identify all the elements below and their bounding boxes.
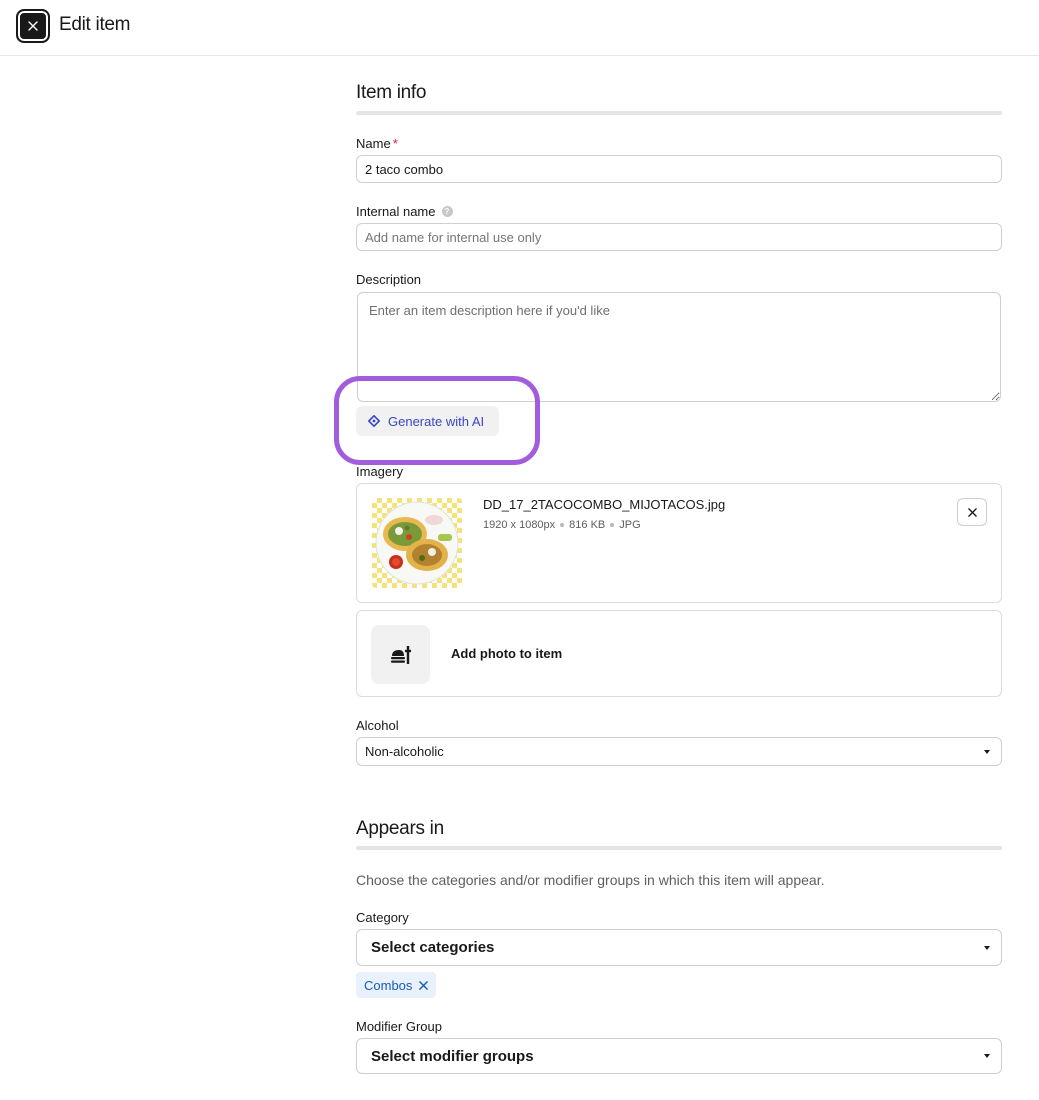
generate-with-ai-label: Generate with AI (388, 413, 485, 429)
appears-in-heading: Appears in (356, 818, 444, 839)
name-label-text: Name (356, 136, 391, 151)
close-icon (28, 21, 38, 31)
alcohol-label: Alcohol (356, 718, 399, 733)
appears-in-divider (356, 846, 1002, 850)
separator-dot (610, 523, 615, 527)
internal-name-label-text: Internal name (356, 204, 436, 219)
help-icon[interactable]: ? (441, 206, 453, 217)
food-add-icon (390, 645, 411, 664)
category-label: Category (356, 910, 409, 925)
appears-in-helper: Choose the categories and/or modifier gr… (356, 872, 825, 888)
description-label: Description (356, 272, 422, 287)
name-label: Name * (356, 136, 398, 151)
name-input[interactable] (356, 155, 1002, 183)
food-thumbnail[interactable] (372, 498, 462, 588)
close-icon (967, 507, 977, 517)
modifier-group-label: Modifier Group (356, 1019, 442, 1034)
file-dimensions: 1920 x 1080px (483, 519, 556, 531)
category-chip: Combos (356, 972, 437, 998)
file-format: JPG (619, 519, 641, 531)
separator-dot (560, 523, 565, 527)
ai-sparkle-icon (368, 415, 380, 427)
imagery-label: Imagery (356, 464, 403, 479)
category-select-placeholder: Select categories (371, 939, 495, 956)
top-bar: Edit item (0, 0, 1039, 56)
chevron-down-icon (984, 945, 990, 950)
alcohol-select[interactable]: Non-alcoholic (356, 737, 1002, 766)
file-size: 816 KB (569, 519, 606, 531)
generate-with-ai-button[interactable]: Generate with AI (356, 406, 499, 436)
item-info-heading: Item info (356, 82, 427, 103)
file-name: DD_17_2TACOCOMBO_MIJOTACOS.jpg (483, 497, 726, 512)
add-photo-card[interactable]: Add photo to item (356, 610, 1002, 697)
modifier-group-select-placeholder: Select modifier groups (371, 1047, 534, 1065)
category-select[interactable]: Select categories (356, 929, 1002, 966)
add-photo-label: Add photo to item (451, 646, 563, 661)
item-info-divider (356, 111, 1002, 115)
description-textarea[interactable] (357, 292, 1001, 402)
category-chip-label: Combos (364, 977, 413, 993)
add-photo-icon-tile (371, 625, 430, 684)
image-file-card: DD_17_2TACOCOMBO_MIJOTACOS.jpg 1920 x 10… (356, 483, 1002, 603)
internal-name-label: Internal name ? (356, 204, 453, 219)
required-marker: * (392, 136, 398, 151)
file-meta: 1920 x 1080px 816 KB JPG (483, 519, 641, 531)
chevron-down-icon (984, 749, 990, 754)
modifier-group-select[interactable]: Select modifier groups (356, 1038, 1002, 1074)
remove-image-button[interactable] (957, 498, 987, 526)
internal-name-input[interactable] (356, 223, 1002, 251)
close-button[interactable] (16, 9, 50, 43)
chevron-down-icon (984, 1054, 990, 1058)
page-title: Edit item (59, 14, 131, 35)
remove-chip-icon[interactable] (419, 980, 429, 990)
alcohol-select-value: Non-alcoholic (365, 744, 444, 759)
